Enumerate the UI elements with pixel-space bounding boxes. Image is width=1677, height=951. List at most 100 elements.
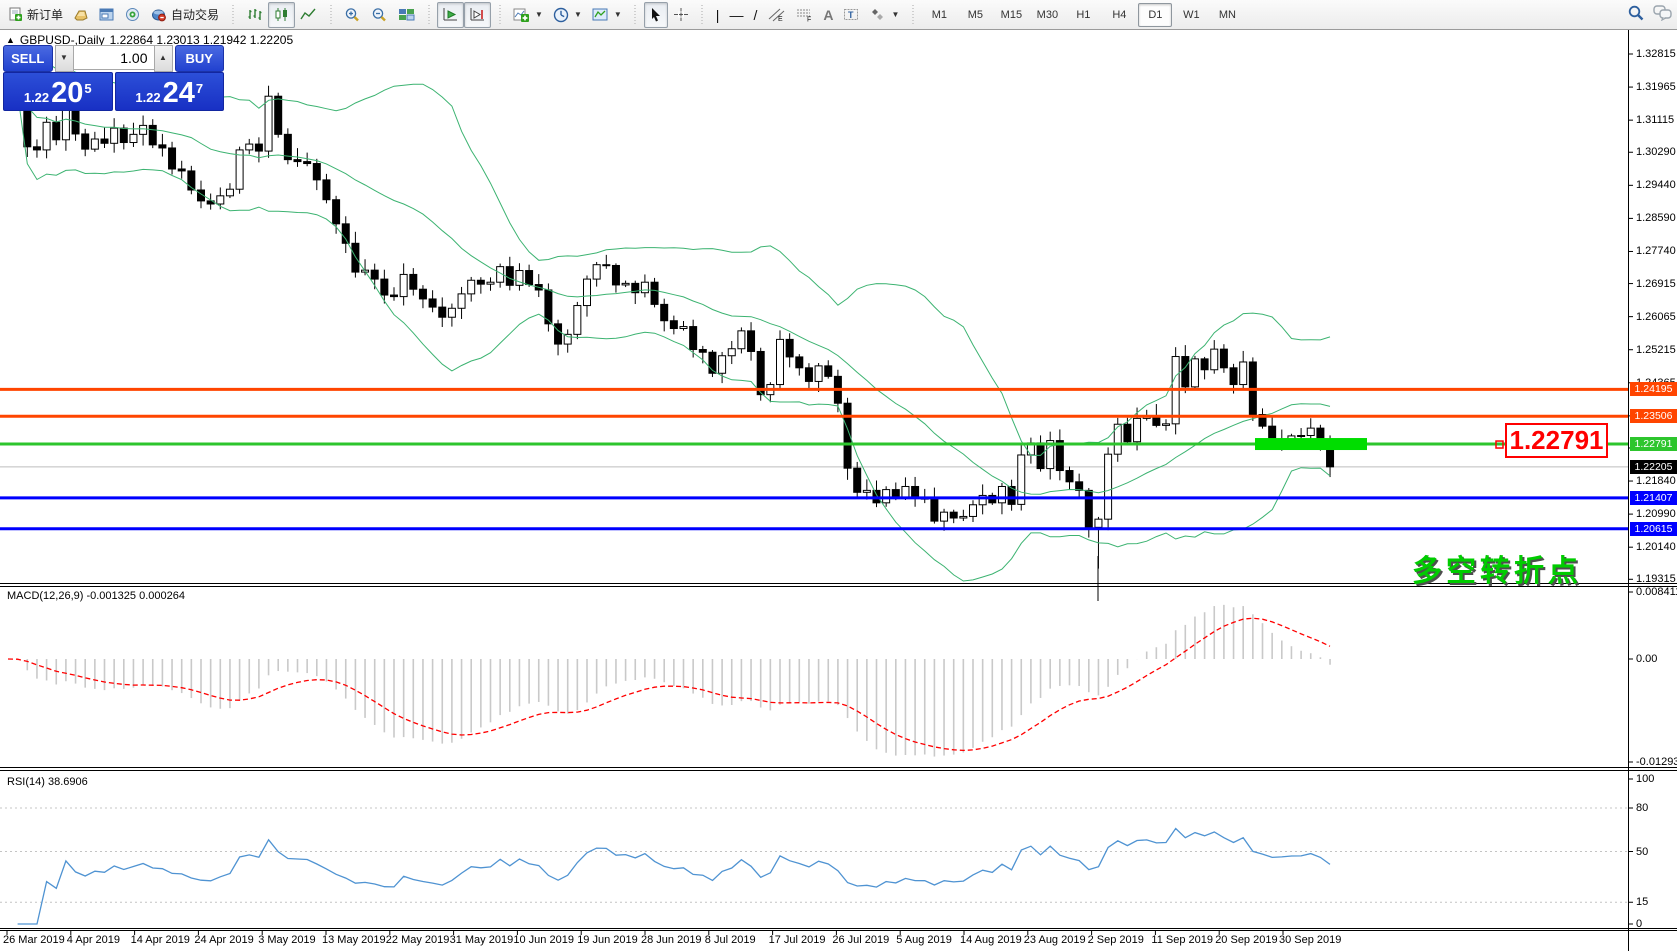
- buy-price-prefix: 1.22: [135, 90, 160, 105]
- cursor-tool-button[interactable]: [644, 2, 668, 28]
- timeframe-button-d1[interactable]: D1: [1138, 3, 1172, 27]
- autotrading-icon: [151, 7, 167, 22]
- price-axis-tick: 1.27740: [1636, 245, 1676, 257]
- timeframe-button-m30[interactable]: M30: [1030, 3, 1064, 27]
- line-chart-mode-button[interactable]: [295, 2, 322, 28]
- toolbar-grip: [328, 5, 333, 25]
- search-icon[interactable]: [1627, 4, 1645, 25]
- buy-button[interactable]: BUY: [175, 45, 225, 72]
- date-axis-label: 30 Sep 2019: [1279, 934, 1341, 946]
- date-axis-label: 13 May 2019: [322, 934, 386, 946]
- signals-button[interactable]: [120, 2, 146, 28]
- vertical-line-tool-button[interactable]: |: [711, 2, 725, 28]
- buy-quote[interactable]: 1.22 24 7: [115, 72, 225, 111]
- templates-button[interactable]: ▼: [587, 2, 627, 28]
- text-label-tool-button[interactable]: T: [838, 2, 865, 28]
- one-click-trading-panel: SELL ▼ ▲ BUY 1.22 20 5 1.22 24 7: [3, 45, 224, 111]
- bar-chart-mode-button[interactable]: [241, 2, 268, 28]
- timeframe-button-w1[interactable]: W1: [1174, 3, 1208, 27]
- autotrading-button[interactable]: 自动交易: [146, 2, 224, 28]
- volume-increase-button[interactable]: ▲: [154, 45, 173, 72]
- toolbar-grip: [426, 5, 431, 25]
- shapes-tool-button[interactable]: ▼: [865, 2, 904, 28]
- price-axis-tick: 1.26065: [1636, 311, 1676, 323]
- dropdown-arrow-icon: ▼: [574, 10, 582, 19]
- mt4-window: 新订单 自动交易: [0, 0, 1677, 951]
- macd-axis-tick: -0.012931: [1636, 756, 1677, 768]
- chat-icon[interactable]: [1653, 4, 1673, 24]
- chart-shift-button[interactable]: [464, 2, 491, 28]
- fibonacci-tool-button[interactable]: F: [790, 2, 818, 28]
- periods-button[interactable]: ▼: [548, 2, 587, 28]
- sell-quote[interactable]: 1.22 20 5: [3, 72, 113, 111]
- rsi-axis-tick: 50: [1636, 846, 1648, 858]
- price-axis-tick: 1.32815: [1636, 48, 1676, 60]
- zoom-out-button[interactable]: [366, 2, 393, 28]
- timeframe-button-h1[interactable]: H1: [1066, 3, 1100, 27]
- zoom-in-button[interactable]: [339, 2, 366, 28]
- trendline-tool-button[interactable]: /: [748, 2, 762, 28]
- rsi-axis-tick: 80: [1636, 802, 1648, 814]
- crosshair-tool-button[interactable]: [668, 2, 694, 28]
- channel-tool-button[interactable]: E: [762, 2, 790, 28]
- market-watch-icon: [99, 7, 115, 22]
- date-axis-label: 5 Aug 2019: [896, 934, 952, 946]
- candlestick-mode-button[interactable]: [268, 2, 295, 28]
- tile-windows-button[interactable]: [393, 2, 420, 28]
- date-axis-label: 26 Jul 2019: [832, 934, 889, 946]
- dropdown-arrow-icon: ▼: [535, 10, 543, 19]
- date-axis-label: 26 Mar 2019: [3, 934, 65, 946]
- profiles-icon: [73, 7, 89, 22]
- auto-scroll-button[interactable]: [437, 2, 464, 28]
- rsi-axis-tick: 15: [1636, 896, 1648, 908]
- pivot-highlight-band[interactable]: [1255, 438, 1367, 450]
- dropdown-arrow-icon: ▼: [891, 10, 899, 19]
- macd-axis-tick: 0.00: [1636, 653, 1657, 665]
- signals-icon: [125, 7, 141, 22]
- date-axis-label: 24 Apr 2019: [194, 934, 253, 946]
- timeframe-button-h4[interactable]: H4: [1102, 3, 1136, 27]
- timeframe-button-m1[interactable]: M1: [922, 3, 956, 27]
- pivot-price-callout[interactable]: 1.22791: [1505, 423, 1608, 458]
- rsi-levels: [0, 808, 1628, 902]
- pivot-annotation-text[interactable]: 多空转折点: [1412, 546, 1582, 590]
- date-axis-label: 22 May 2019: [386, 934, 450, 946]
- buy-price-point: 7: [196, 81, 203, 96]
- panel-collapse-arrow[interactable]: ▲: [6, 35, 15, 45]
- price-axis-tick: 1.19315: [1636, 573, 1676, 585]
- profiles-button[interactable]: [68, 2, 94, 28]
- price-level-tag: 1.23506: [1630, 409, 1677, 423]
- svg-text:E: E: [778, 16, 783, 22]
- price-axis-tick: 1.21840: [1636, 475, 1676, 487]
- hline-icon: —: [729, 8, 743, 22]
- text-tool-button[interactable]: A: [818, 2, 838, 28]
- timeframe-button-mn[interactable]: MN: [1210, 3, 1244, 27]
- price-axis-tick: 1.20990: [1636, 508, 1676, 520]
- date-axis-label: 28 Jun 2019: [641, 934, 702, 946]
- date-axis-label: 8 Jul 2019: [705, 934, 756, 946]
- date-axis-label: 19 Jun 2019: [577, 934, 638, 946]
- pane-borders: [0, 30, 1677, 951]
- horizontal-line-tool-button[interactable]: —: [724, 2, 748, 28]
- toolbar-grip: [497, 5, 502, 25]
- macd-signal-line: [8, 618, 1330, 750]
- price-axis-tick: 1.20140: [1636, 541, 1676, 553]
- market-watch-button[interactable]: [94, 2, 120, 28]
- timeframe-button-m15[interactable]: M15: [994, 3, 1028, 27]
- date-axis-label: 14 Apr 2019: [131, 934, 190, 946]
- price-level-tag: 1.21407: [1630, 491, 1677, 505]
- volume-input[interactable]: [74, 45, 154, 70]
- timeframe-button-m5[interactable]: M5: [958, 3, 992, 27]
- toolbar-grip: [700, 5, 705, 25]
- date-axis-label: 17 Jul 2019: [769, 934, 826, 946]
- sell-button[interactable]: SELL: [3, 45, 53, 72]
- candlesticks: [5, 72, 1334, 569]
- indicators-button[interactable]: ▼: [508, 2, 548, 28]
- price-level-tag: 1.22205: [1630, 460, 1677, 474]
- chart-canvas[interactable]: [0, 0, 1677, 951]
- volume-decrease-button[interactable]: ▼: [55, 45, 74, 72]
- price-level-tag: 1.20615: [1630, 522, 1677, 536]
- buy-price-pips: 24: [163, 79, 195, 108]
- new-order-button[interactable]: 新订单: [3, 2, 68, 28]
- svg-text:F: F: [807, 17, 811, 23]
